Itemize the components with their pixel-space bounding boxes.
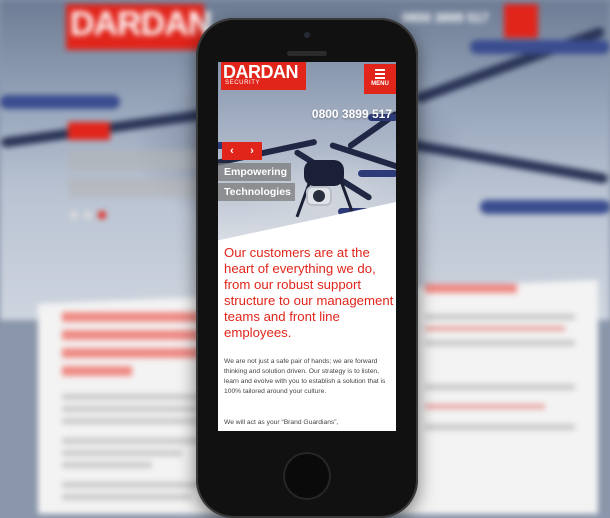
background-slider-arrows (68, 122, 110, 140)
background-text-line (62, 394, 202, 400)
background-lead-line (62, 312, 212, 322)
dardan-logo[interactable]: DARDAN SECURITY (221, 62, 306, 90)
background-lead-line (62, 330, 202, 340)
background-text-line (62, 482, 202, 488)
background-menu-button (504, 4, 538, 38)
chevron-left-icon[interactable]: ‹ (222, 142, 242, 160)
background-text-line (62, 462, 152, 468)
hamburger-icon (375, 69, 385, 81)
lead-statement: Our customers are at the heart of everyt… (224, 245, 394, 340)
background-latest-news (425, 284, 517, 293)
phone-number-link[interactable]: 0800 3899 517 (312, 107, 392, 121)
background-drone-rotor (0, 95, 120, 109)
body-paragraph: We will act as your “Brand Guardians”, (224, 419, 339, 426)
background-text-line (425, 424, 575, 430)
phone-device: DARDAN SECURITY MENU 0800 3899 517 ‹ › E… (196, 18, 418, 518)
background-logo: DARDAN (66, 4, 212, 50)
earpiece-speaker (287, 51, 327, 56)
logo-subtitle: SECURITY (225, 80, 261, 86)
chevron-right-icon[interactable]: › (242, 142, 262, 160)
hero-tagline-2: Technologies (218, 183, 295, 201)
drone-camera-lens (313, 190, 325, 202)
background-news-link (425, 326, 565, 331)
background-text-line (425, 340, 575, 346)
background-text-line (425, 314, 575, 320)
background-drone-rotor (480, 200, 610, 214)
body-paragraph: We are not just a safe pair of hands; we… (224, 358, 386, 395)
drone-rotor (358, 170, 396, 177)
background-news-link (425, 404, 545, 409)
menu-label: MENU (371, 81, 389, 87)
slider-arrows: ‹ › (222, 142, 262, 160)
background-text-line (425, 384, 575, 390)
phone-screen: DARDAN SECURITY MENU 0800 3899 517 ‹ › E… (218, 62, 396, 431)
background-text-line (62, 418, 200, 424)
background-text-line (62, 450, 182, 456)
background-text-line (62, 494, 192, 500)
hero-tagline-1: Empowering (218, 163, 292, 181)
logo-wordmark: DARDAN (223, 62, 299, 82)
background-lead-line (62, 348, 208, 358)
background-text-line (62, 406, 198, 412)
background-slider-dots (70, 206, 116, 219)
background-text-line (62, 438, 202, 444)
front-camera (304, 32, 310, 38)
background-lead-line (62, 366, 132, 376)
menu-button[interactable]: MENU (364, 64, 396, 94)
background-drone-rotor (470, 40, 610, 54)
background-phone-number: 0800 3899 517 (402, 10, 489, 25)
home-button[interactable] (283, 452, 331, 500)
